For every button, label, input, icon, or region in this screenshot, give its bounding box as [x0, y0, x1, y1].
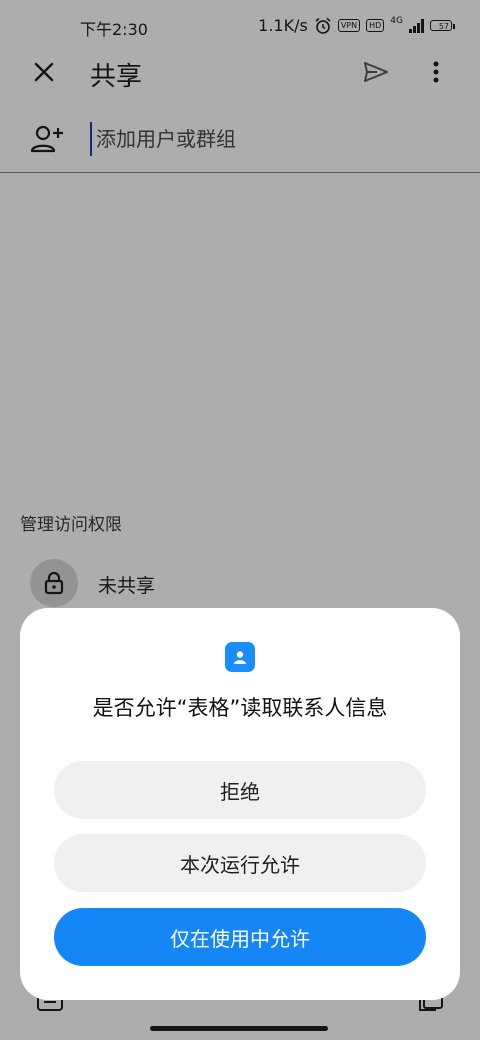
permission-dialog: 是否允许“表格”读取联系人信息 拒绝 本次运行允许 仅在使用中允许 [20, 608, 460, 1000]
allow-once-button[interactable]: 本次运行允许 [54, 834, 426, 892]
allow-while-using-button[interactable]: 仅在使用中允许 [54, 908, 426, 966]
contacts-person-icon [234, 651, 246, 664]
deny-button[interactable]: 拒绝 [54, 761, 426, 819]
dialog-title: 是否允许“表格”读取联系人信息 [92, 696, 388, 720]
contacts-icon [225, 642, 255, 672]
